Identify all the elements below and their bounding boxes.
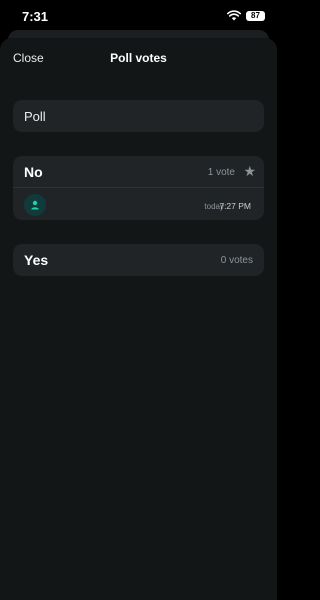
option-vote-count: 0 votes	[220, 255, 253, 266]
status-bar: 7:31 87	[0, 0, 277, 34]
sheet-title: Poll votes	[110, 51, 167, 65]
voter-row[interactable]: today 7:27 PM	[13, 189, 264, 220]
option-header: No 1 vote ★	[13, 156, 264, 188]
poll-option-yes: Yes 0 votes	[13, 244, 264, 276]
vote-time: 7:27 PM	[219, 201, 251, 211]
option-label: Yes	[24, 252, 49, 268]
avatar[interactable]	[24, 194, 46, 216]
poll-question-card: Poll	[13, 100, 264, 132]
star-icon: ★	[243, 163, 256, 179]
person-icon	[31, 200, 39, 210]
poll-option-no: No 1 vote ★ today 7:27 PM	[13, 156, 264, 220]
status-time: 7:31	[22, 9, 49, 24]
option-vote-count: 1 vote	[207, 167, 235, 178]
option-label: No	[24, 164, 43, 180]
poll-question: Poll	[24, 109, 46, 124]
wifi-icon	[227, 10, 241, 21]
battery-icon: 87	[246, 10, 265, 21]
poll-votes-sheet: Close Poll votes Poll No 1 vote ★ today …	[0, 38, 277, 600]
status-icons: 87	[227, 10, 265, 21]
